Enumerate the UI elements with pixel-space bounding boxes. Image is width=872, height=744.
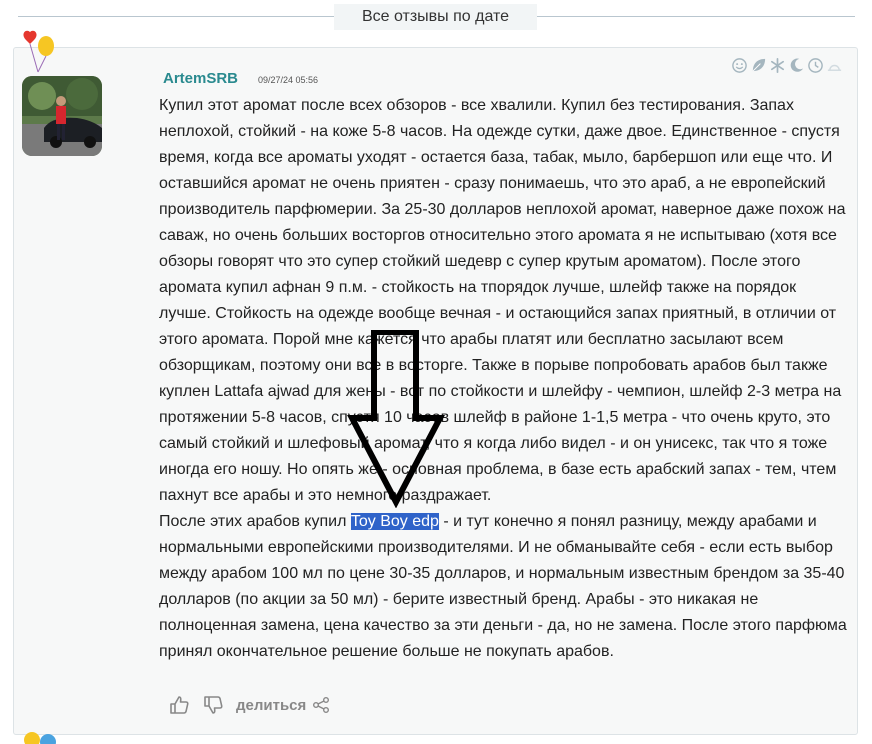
aroma-badges [731, 57, 843, 74]
share-icon [313, 697, 330, 713]
thumbs-up-icon[interactable] [168, 694, 190, 716]
header-divider-left [18, 16, 334, 17]
share-label: делиться [236, 696, 307, 714]
review-username[interactable]: ArtemSRB [163, 70, 238, 87]
page-title: Все отзывы по дате [334, 4, 537, 30]
moon-icon [790, 58, 804, 72]
balloons-bottom-icon [24, 732, 56, 744]
leaf-icon [752, 58, 766, 72]
review-paragraph-text: - и тут конечно я понял разницу, между а… [159, 513, 847, 660]
review-paragraph: Купил этот аромат после всех обзоров - в… [159, 97, 846, 504]
share-button[interactable]: делиться [236, 696, 330, 714]
clock-icon [808, 58, 823, 73]
review-paragraph: После этих арабов купил Toy Boy edp - и … [159, 509, 851, 665]
sunset-icon [827, 64, 842, 71]
header-divider-right [537, 16, 855, 17]
review-paragraph-text: После этих арабов купил [159, 513, 351, 530]
balloons-icon [23, 30, 54, 73]
down-arrow-annotation-icon [347, 330, 445, 508]
perfume-link[interactable]: Toy Boy edp [350, 513, 439, 530]
smile-icon [732, 58, 747, 73]
review-actions: делиться [168, 694, 330, 716]
review-body: Купил этот аромат после всех обзоров - в… [159, 93, 851, 665]
thumbs-down-icon[interactable] [202, 694, 224, 716]
avatar[interactable] [22, 76, 102, 156]
review-date: 09/27/24 05:56 [258, 75, 319, 85]
snowflake-icon [770, 58, 785, 73]
